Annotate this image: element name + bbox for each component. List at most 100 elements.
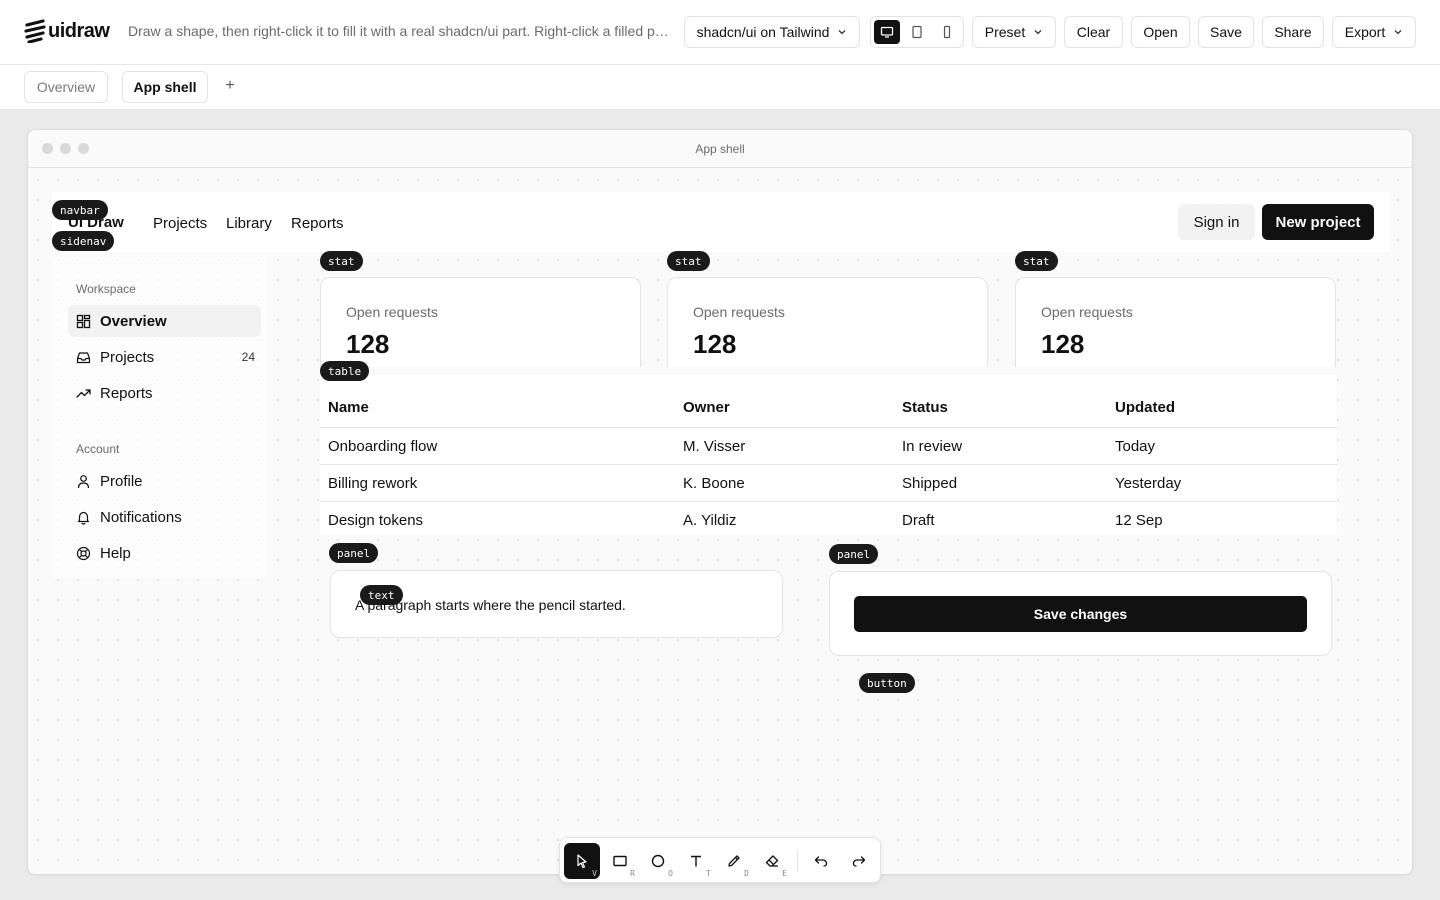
sidenav-item-help[interactable]: Help bbox=[68, 537, 261, 569]
save-changes-button[interactable]: Save changes bbox=[854, 596, 1307, 632]
tablet-device-button[interactable] bbox=[904, 20, 930, 44]
table-cell: Shipped bbox=[902, 475, 958, 492]
shortcut-key: E bbox=[782, 869, 787, 878]
stat-card[interactable]: Open requests 128 bbox=[1015, 277, 1336, 367]
sidenav-item-label: Overview bbox=[100, 312, 167, 330]
share-label: Share bbox=[1274, 24, 1312, 40]
eraser-icon bbox=[765, 855, 779, 867]
page-tabs: Overview App shell + bbox=[0, 65, 1440, 110]
clear-label: Clear bbox=[1076, 24, 1111, 40]
new-project-button[interactable]: New project bbox=[1262, 204, 1374, 240]
select-tool-button[interactable]: V bbox=[564, 843, 600, 879]
open-button[interactable]: Open bbox=[1131, 16, 1190, 48]
sidenav-block[interactable]: Workspace Overview Projects 24 Reports A… bbox=[52, 258, 267, 578]
framework-select-label: shadcn/ui on Tailwind bbox=[696, 24, 830, 40]
table-cell: Today bbox=[1115, 438, 1156, 455]
sidenav-item-profile[interactable]: Profile bbox=[68, 465, 261, 497]
redo-button[interactable] bbox=[841, 843, 877, 879]
column-header[interactable]: Updated bbox=[1115, 399, 1175, 416]
stat-label: Open requests bbox=[693, 304, 785, 320]
stat-value: 128 bbox=[346, 329, 390, 359]
tab-app-shell[interactable]: App shell bbox=[122, 71, 208, 103]
table-row[interactable]: Design tokens A. Yildiz Draft 12 Sep bbox=[320, 502, 1337, 539]
navbar-block[interactable]: UI Draw Projects Library Reports Sign in… bbox=[52, 192, 1390, 252]
trending-up-icon bbox=[76, 388, 91, 398]
stat-card[interactable]: Open requests 128 bbox=[667, 277, 988, 367]
button-panel[interactable]: Save changes bbox=[829, 571, 1332, 656]
sidenav-item-overview[interactable]: Overview bbox=[68, 305, 261, 337]
text-panel[interactable]: A paragraph starts where the pencil star… bbox=[330, 570, 783, 638]
text-tag[interactable]: text bbox=[360, 585, 403, 605]
stat-tag[interactable]: stat bbox=[320, 251, 363, 271]
column-header[interactable]: Name bbox=[328, 399, 369, 416]
table-cell: Billing rework bbox=[328, 475, 418, 492]
table-row[interactable]: Onboarding flow M. Visser In review Toda… bbox=[320, 428, 1337, 465]
device-switcher bbox=[870, 16, 964, 48]
navbar-tag[interactable]: navbar bbox=[52, 200, 108, 220]
sidenav-item-label: Reports bbox=[100, 384, 153, 402]
sidenav-item-reports[interactable]: Reports bbox=[68, 377, 261, 409]
clear-button[interactable]: Clear bbox=[1064, 16, 1123, 48]
navbar-link-projects[interactable]: Projects bbox=[153, 215, 207, 232]
navbar-link-reports[interactable]: Reports bbox=[291, 215, 344, 232]
table-cell: Draft bbox=[902, 512, 935, 529]
text-icon bbox=[691, 855, 701, 867]
panel-tag[interactable]: panel bbox=[329, 543, 379, 563]
text-tool-button[interactable]: T bbox=[678, 843, 714, 879]
save-label: Save bbox=[1210, 24, 1242, 40]
table-cell: In review bbox=[902, 438, 963, 455]
sidenav-item-label: Projects bbox=[100, 348, 155, 366]
pencil-icon bbox=[728, 855, 740, 867]
inbox-icon bbox=[76, 351, 91, 363]
column-header[interactable]: Status bbox=[902, 399, 948, 416]
button-tag[interactable]: button bbox=[859, 673, 915, 693]
logo[interactable]: uidraw bbox=[24, 19, 110, 43]
sidenav-item-projects[interactable]: Projects 24 bbox=[68, 341, 261, 373]
table-cell: Yesterday bbox=[1115, 475, 1182, 492]
add-page-button[interactable]: + bbox=[222, 77, 238, 95]
desktop-device-button[interactable] bbox=[874, 20, 900, 44]
table-row[interactable]: Billing rework K. Boone Shipped Yesterda… bbox=[320, 465, 1337, 502]
sign-in-button[interactable]: Sign in bbox=[1178, 204, 1255, 240]
rectangle-tool-button[interactable]: R bbox=[602, 843, 638, 879]
export-button[interactable]: Export bbox=[1332, 16, 1416, 48]
export-label: Export bbox=[1344, 24, 1386, 40]
table-cell: Onboarding flow bbox=[328, 438, 438, 455]
share-button[interactable]: Share bbox=[1262, 16, 1324, 48]
navbar-link-library[interactable]: Library bbox=[226, 215, 272, 232]
tab-overview[interactable]: Overview bbox=[24, 71, 108, 103]
table-cell: Design tokens bbox=[328, 512, 424, 529]
redo-icon bbox=[852, 856, 866, 867]
preset-button[interactable]: Preset bbox=[972, 16, 1056, 48]
bell-icon bbox=[77, 511, 90, 525]
top-bar: uidraw Draw a shape, then right-click it… bbox=[0, 0, 1440, 65]
stat-tag[interactable]: stat bbox=[1015, 251, 1058, 271]
save-button[interactable]: Save bbox=[1198, 16, 1254, 48]
panel-tag[interactable]: panel bbox=[829, 544, 879, 564]
eraser-tool-button[interactable]: E bbox=[754, 843, 790, 879]
stat-tag[interactable]: stat bbox=[667, 251, 710, 271]
shortcut-key: V bbox=[592, 869, 597, 878]
stat-card[interactable]: Open requests 128 bbox=[320, 277, 641, 367]
user-icon bbox=[77, 474, 90, 488]
ellipse-tool-button[interactable]: O bbox=[640, 843, 676, 879]
table-header-row: Name Owner Status Updated bbox=[320, 383, 1337, 428]
grid-icon bbox=[76, 314, 91, 328]
draw-tool-button[interactable]: D bbox=[716, 843, 752, 879]
open-label: Open bbox=[1143, 24, 1178, 40]
sidenav-tag[interactable]: sidenav bbox=[52, 231, 115, 251]
sidenav-item-label: Profile bbox=[100, 472, 143, 490]
projects-count-badge: 24 bbox=[241, 350, 255, 364]
framework-select[interactable]: shadcn/ui on Tailwind bbox=[684, 16, 860, 48]
canvas-window[interactable]: App shell UI Draw Projects Library Repor… bbox=[27, 129, 1413, 875]
column-header[interactable]: Owner bbox=[683, 399, 730, 416]
undo-button[interactable] bbox=[803, 843, 839, 879]
table-tag[interactable]: table bbox=[320, 361, 370, 381]
shortcut-key: R bbox=[630, 869, 635, 878]
sidenav-item-notifications[interactable]: Notifications bbox=[68, 501, 261, 533]
data-table[interactable]: Name Owner Status Updated Onboarding flo… bbox=[320, 375, 1337, 535]
window-titlebar: App shell bbox=[28, 130, 1412, 168]
stat-label: Open requests bbox=[1041, 304, 1133, 320]
phone-device-button[interactable] bbox=[934, 20, 960, 44]
cursor-icon bbox=[577, 854, 587, 869]
